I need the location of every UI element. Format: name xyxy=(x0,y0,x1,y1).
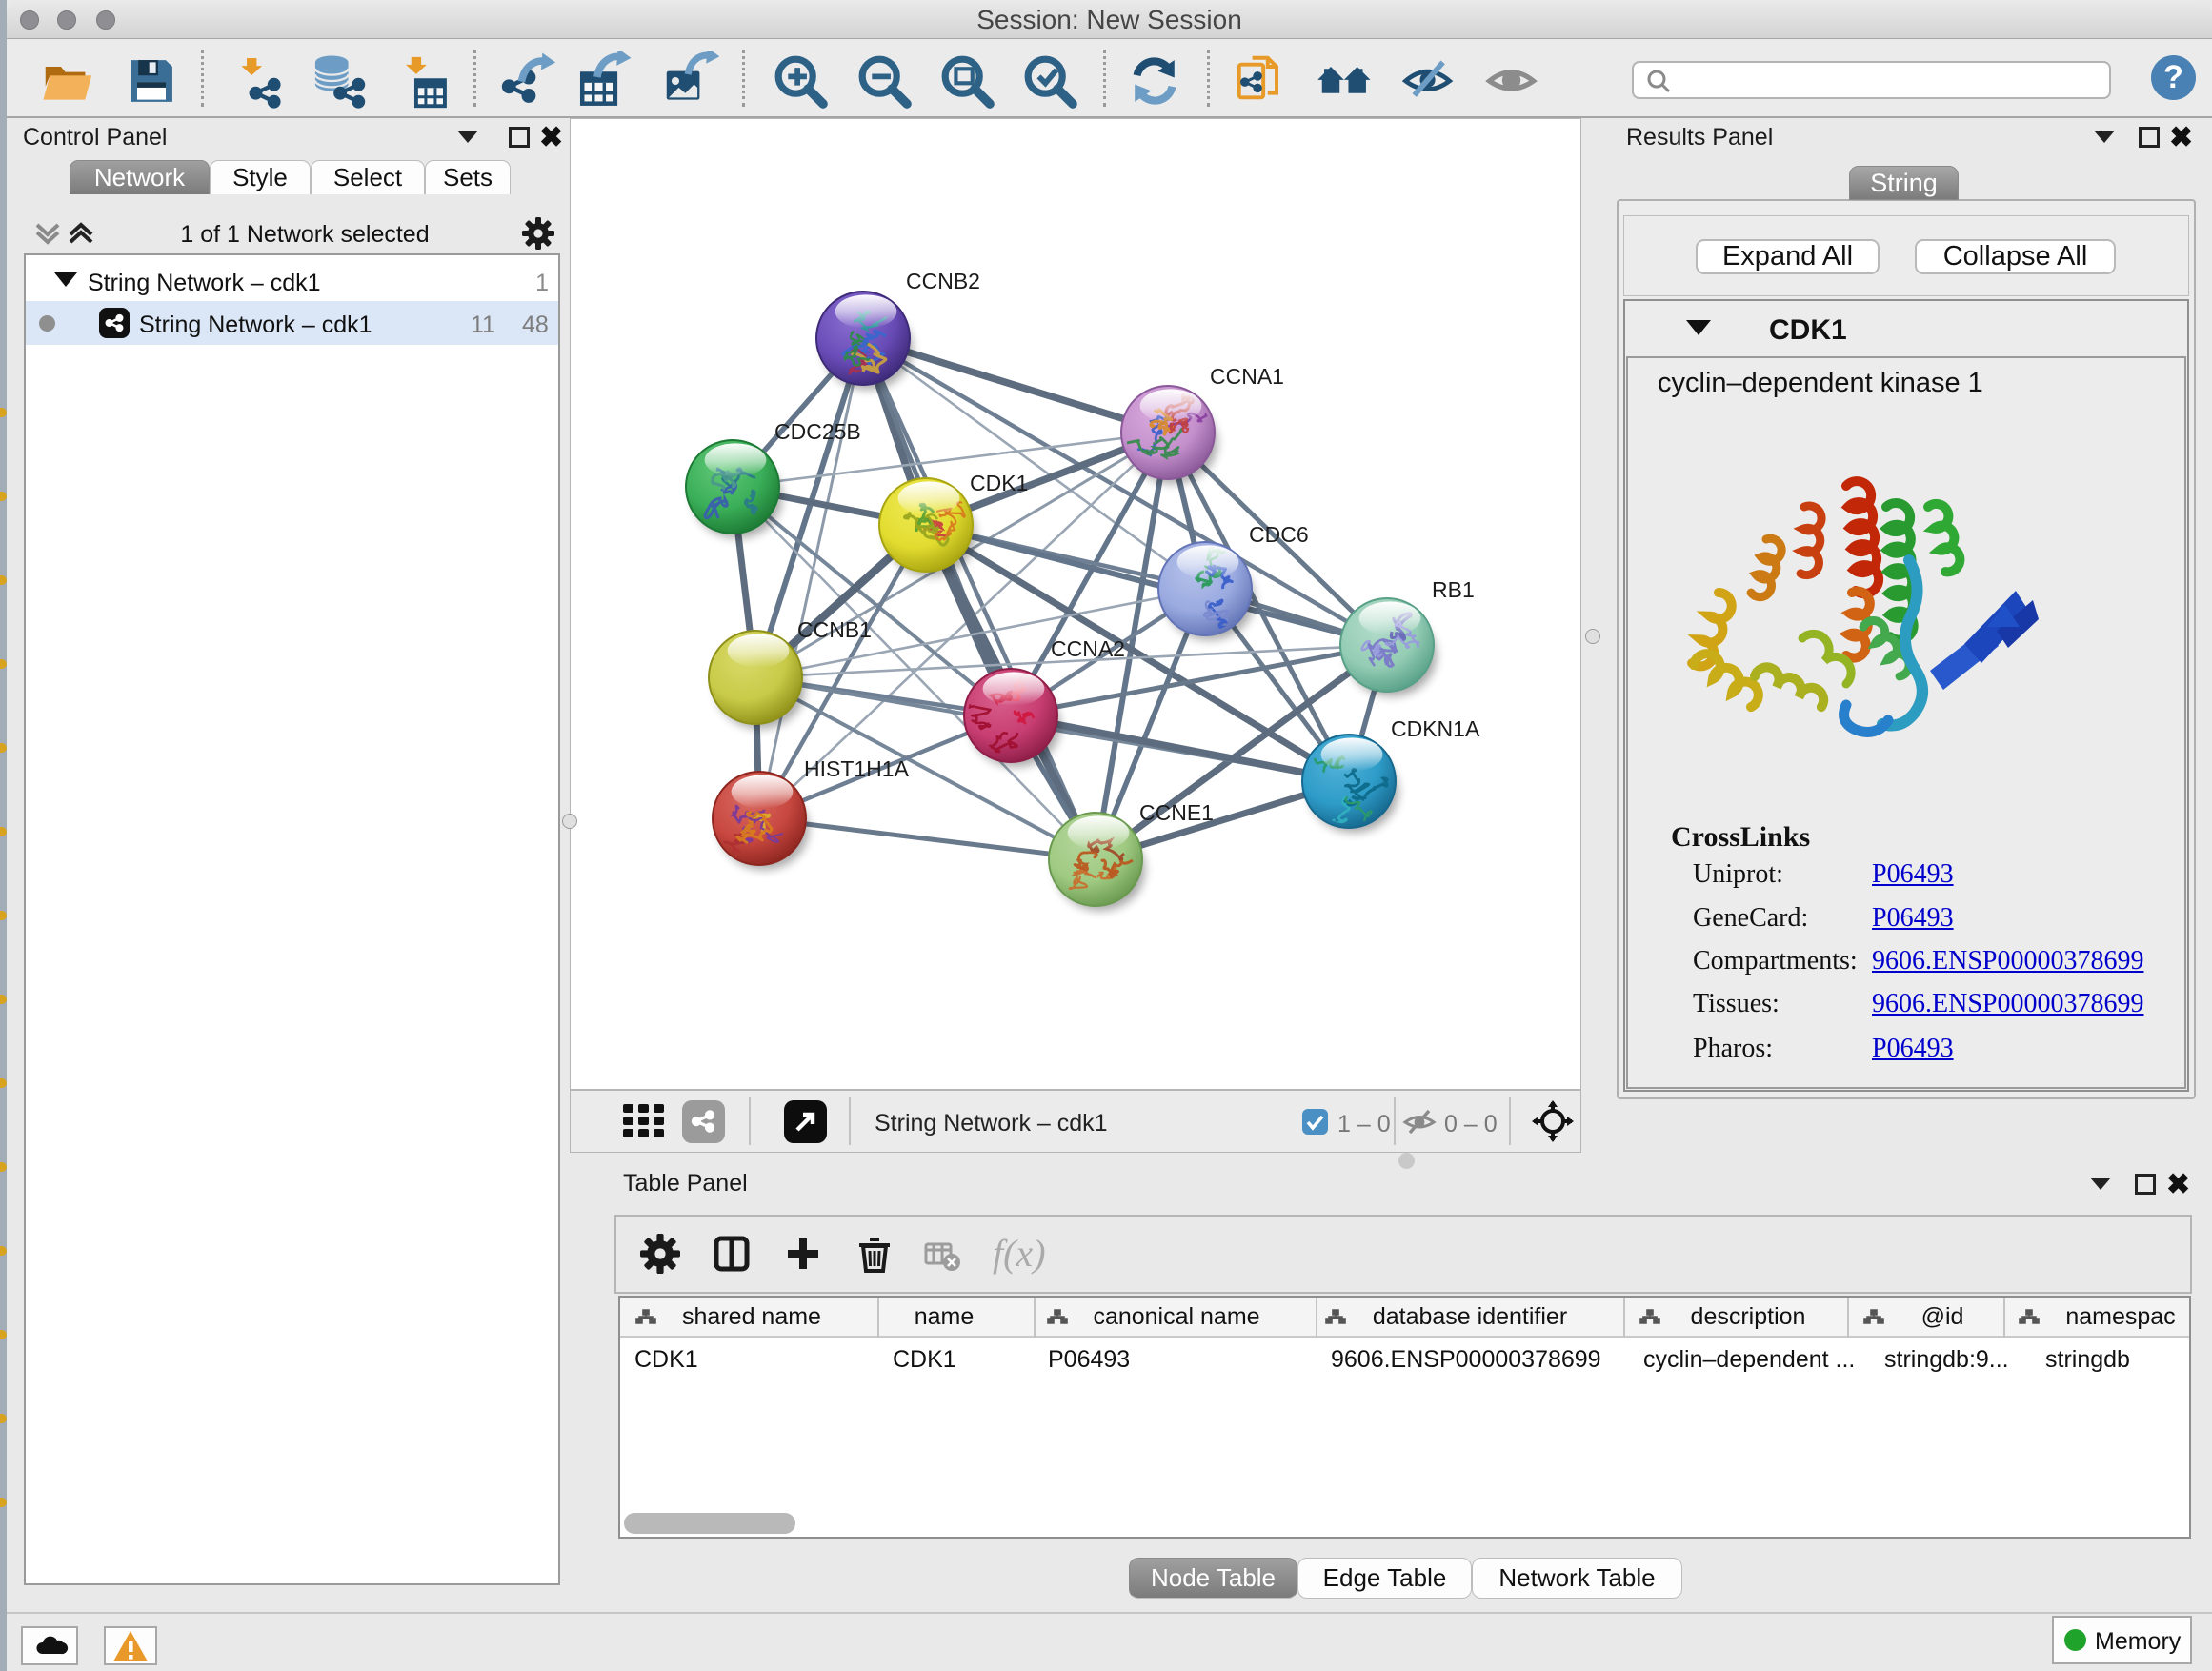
svg-text:CCNB1: CCNB1 xyxy=(797,617,872,642)
svg-text:RB1: RB1 xyxy=(1432,577,1475,602)
svg-text:CDC6: CDC6 xyxy=(1249,522,1309,547)
svg-text:CDC25B: CDC25B xyxy=(774,419,861,444)
svg-text:CDK1: CDK1 xyxy=(970,471,1028,495)
svg-text:CCNA1: CCNA1 xyxy=(1210,364,1284,389)
svg-text:CCNA2: CCNA2 xyxy=(1051,636,1125,661)
svg-text:HIST1H1A: HIST1H1A xyxy=(804,756,910,781)
svg-text:CCNE1: CCNE1 xyxy=(1139,800,1214,825)
svg-text:CDKN1A: CDKN1A xyxy=(1391,716,1480,741)
svg-text:CCNB2: CCNB2 xyxy=(906,269,980,293)
